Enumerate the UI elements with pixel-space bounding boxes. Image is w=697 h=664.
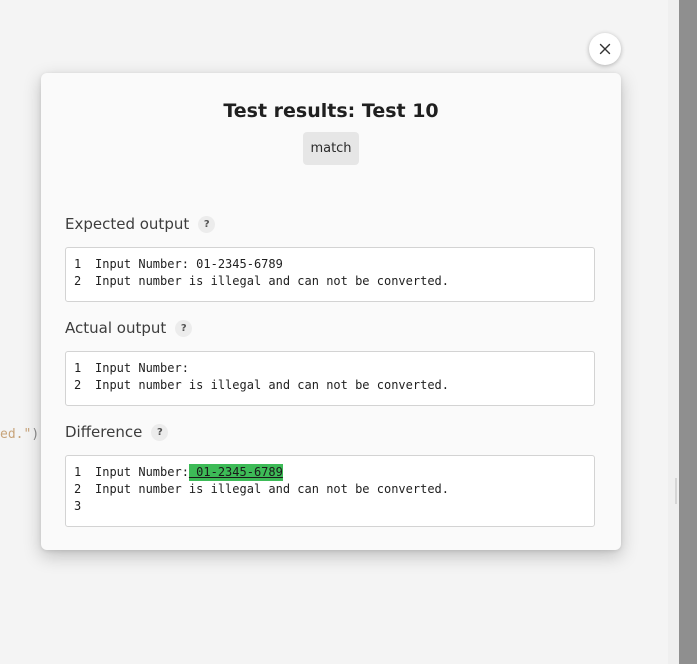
code-line: 1 Input Number: bbox=[74, 360, 594, 377]
line-number: 1 bbox=[74, 465, 82, 479]
close-button[interactable] bbox=[589, 33, 621, 65]
actual-output-box: 1 Input Number: 2 Input number is illega… bbox=[65, 351, 595, 406]
line-number: 2 bbox=[74, 274, 82, 288]
line-text: Input Number: bbox=[95, 465, 189, 479]
line-number: 1 bbox=[74, 361, 82, 375]
editor-edge bbox=[668, 0, 679, 664]
expected-output-help-icon[interactable]: ? bbox=[198, 215, 216, 233]
scrollbar[interactable] bbox=[679, 0, 697, 664]
code-line: 2 Input number is illegal and can not be… bbox=[74, 481, 594, 498]
code-line: 3 bbox=[74, 498, 594, 515]
expected-output-label: Expected output ? bbox=[65, 215, 216, 233]
line-number: 2 bbox=[74, 378, 82, 392]
modal-title: Test results: Test 10 bbox=[223, 100, 439, 122]
line-number: 2 bbox=[74, 482, 82, 496]
code-line: 1 Input Number: 01-2345-6789 bbox=[74, 256, 594, 273]
expected-output-box: 1 Input Number: 01-2345-6789 2 Input num… bbox=[65, 247, 595, 302]
scroll-marker bbox=[675, 478, 677, 504]
code-line: 1 Input Number: 01-2345-6789 bbox=[74, 464, 594, 481]
difference-box: 1 Input Number: 01-2345-6789 2 Input num… bbox=[65, 455, 595, 527]
code-line: 2 Input number is illegal and can not be… bbox=[74, 273, 594, 290]
diff-added-text: 01-2345-6789 bbox=[188, 464, 283, 481]
line-text: Input number is illegal and can not be c… bbox=[95, 378, 450, 392]
line-number: 3 bbox=[74, 499, 82, 513]
difference-label: Difference ? bbox=[65, 423, 169, 441]
difference-label-text: Difference bbox=[65, 423, 143, 441]
code-line: 2 Input number is illegal and can not be… bbox=[74, 377, 594, 394]
line-text: Input number is illegal and can not be c… bbox=[95, 482, 450, 496]
match-badge: match bbox=[303, 132, 359, 165]
line-text: Input Number: bbox=[95, 361, 189, 375]
line-text: Input number is illegal and can not be c… bbox=[95, 274, 450, 288]
line-text: Input Number: 01-2345-6789 bbox=[95, 257, 283, 271]
close-icon bbox=[599, 43, 611, 55]
difference-help-icon[interactable]: ? bbox=[151, 423, 169, 441]
actual-output-label: Actual output ? bbox=[65, 319, 193, 337]
actual-output-help-icon[interactable]: ? bbox=[175, 319, 193, 337]
page: ed.") Test results: Test 10 match Expect… bbox=[0, 0, 697, 664]
test-results-modal: Test results: Test 10 match Expected out… bbox=[41, 73, 621, 550]
background-code-fragment: ed.") bbox=[0, 427, 40, 442]
expected-output-label-text: Expected output bbox=[65, 215, 190, 233]
line-number: 1 bbox=[74, 257, 82, 271]
actual-output-label-text: Actual output bbox=[65, 319, 167, 337]
